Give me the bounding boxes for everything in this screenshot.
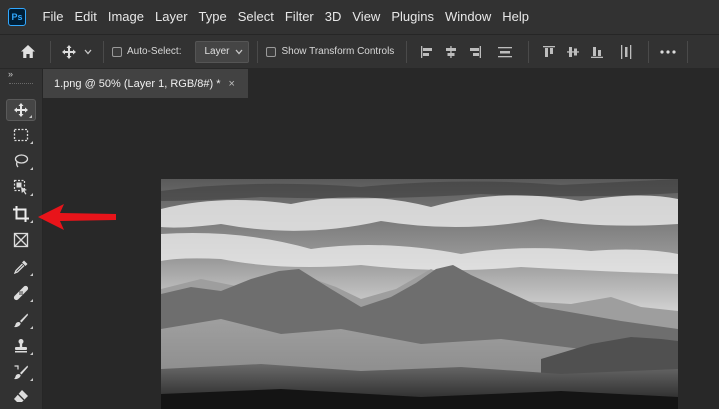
show-transform-label: Show Transform Controls [281, 46, 395, 57]
menu-edit[interactable]: Edit [69, 0, 102, 34]
crop-tool[interactable] [6, 203, 36, 225]
menu-select[interactable]: Select [232, 0, 279, 34]
menu-window[interactable]: Window [439, 0, 496, 34]
home-button[interactable] [14, 44, 42, 59]
menu-view[interactable]: View [347, 0, 386, 34]
healing-brush-tool[interactable] [6, 282, 36, 304]
auto-select-label: Auto-Select: [127, 46, 182, 57]
lasso-tool[interactable] [6, 150, 36, 172]
menu-filter[interactable]: Filter [279, 0, 319, 34]
align-bottom-icon[interactable] [590, 45, 604, 59]
tool-preset-dropdown[interactable] [81, 49, 95, 55]
menu-image[interactable]: Image [102, 0, 149, 34]
chevron-down-icon [84, 49, 92, 54]
menu-file[interactable]: File [37, 0, 69, 34]
separator [528, 40, 530, 63]
align-buttons [415, 45, 518, 59]
document-tab[interactable]: 1.png @ 50% (Layer 1, RGB/8#) * × [43, 69, 248, 98]
tool-group-indicator [30, 352, 33, 355]
marquee-tool[interactable] [6, 124, 36, 146]
stamp-icon [15, 339, 27, 353]
separator [103, 40, 104, 63]
home-icon [21, 45, 35, 58]
panel-grip[interactable] [9, 83, 33, 85]
align-horizontal-center-icon[interactable] [444, 45, 458, 59]
auto-select-checkbox[interactable] [112, 46, 122, 57]
menu-bar: Ps File Edit Image Layer Type Select Fil… [0, 0, 719, 34]
bandage-icon [13, 285, 29, 301]
align-vertical-buttons [537, 44, 638, 60]
align-left-icon[interactable] [420, 45, 434, 59]
menu-type[interactable]: Type [193, 0, 232, 34]
crop-icon [13, 206, 29, 222]
history-brush-tool[interactable] [6, 361, 36, 383]
tool-group-indicator [29, 115, 32, 118]
auto-select-value: Layer [204, 46, 230, 57]
separator [50, 40, 51, 63]
clone-stamp-tool[interactable] [6, 335, 36, 357]
separator [648, 40, 650, 63]
align-vertical-center-icon[interactable] [566, 45, 580, 59]
align-right-icon[interactable] [468, 45, 482, 59]
document-tab-title: 1.png @ 50% (Layer 1, RGB/8#) * [54, 77, 221, 90]
eraser-tool[interactable] [6, 385, 36, 407]
lasso-icon [14, 154, 29, 168]
landscape-photo [161, 179, 678, 409]
separator [687, 40, 689, 63]
menu-plugins[interactable]: Plugins [386, 0, 440, 34]
annotation-arrow [38, 204, 116, 230]
tool-group-indicator [30, 299, 33, 302]
tool-group-indicator [30, 326, 33, 329]
tools-panel: » [0, 69, 43, 409]
frame-icon [13, 232, 29, 248]
eraser-icon [14, 390, 28, 402]
auto-select-dropdown[interactable]: Layer [195, 40, 250, 63]
frame-tool[interactable] [6, 229, 36, 251]
align-top-icon[interactable] [542, 45, 556, 59]
menu-3d[interactable]: 3D [319, 0, 347, 34]
show-transform-checkbox[interactable] [266, 46, 277, 57]
separator [257, 40, 259, 63]
document-tab-strip: 1.png @ 50% (Layer 1, RGB/8#) * × [43, 69, 719, 98]
more-options-button[interactable] [657, 49, 679, 54]
eyedropper-icon [13, 260, 28, 275]
tool-group-indicator [30, 273, 33, 276]
tool-group-indicator [30, 193, 33, 196]
chevron-down-icon [235, 49, 243, 54]
distribute-vertical-icon[interactable] [619, 44, 633, 60]
options-bar: Auto-Select: Layer Show Transform Contro… [0, 34, 719, 68]
eyedropper-tool[interactable] [6, 256, 36, 278]
canvas-area[interactable] [43, 98, 719, 409]
tool-group-indicator [30, 141, 33, 144]
brush-tool[interactable] [6, 309, 36, 331]
close-tab-button[interactable]: × [228, 78, 234, 90]
move-icon [14, 103, 28, 117]
menu-help[interactable]: Help [497, 0, 535, 34]
move-tool[interactable] [6, 99, 36, 121]
ellipsis-icon [660, 49, 676, 54]
move-tool-preset-button[interactable] [59, 44, 79, 60]
object-selection-tool[interactable] [6, 176, 36, 198]
brush-icon [14, 313, 28, 328]
move-icon [62, 44, 76, 59]
distribute-icon[interactable] [497, 45, 513, 59]
rectangular-marquee-icon [13, 128, 29, 142]
collapse-panel-button[interactable]: » [8, 69, 13, 79]
tool-group-indicator [30, 378, 33, 381]
tool-group-indicator [30, 220, 33, 223]
photoshop-logo[interactable]: Ps [8, 8, 26, 26]
separator [406, 40, 408, 63]
object-selection-icon [13, 179, 27, 195]
history-brush-icon [14, 365, 28, 380]
menu-layer[interactable]: Layer [150, 0, 194, 34]
tool-group-indicator [30, 167, 33, 170]
document-canvas[interactable] [161, 179, 678, 409]
